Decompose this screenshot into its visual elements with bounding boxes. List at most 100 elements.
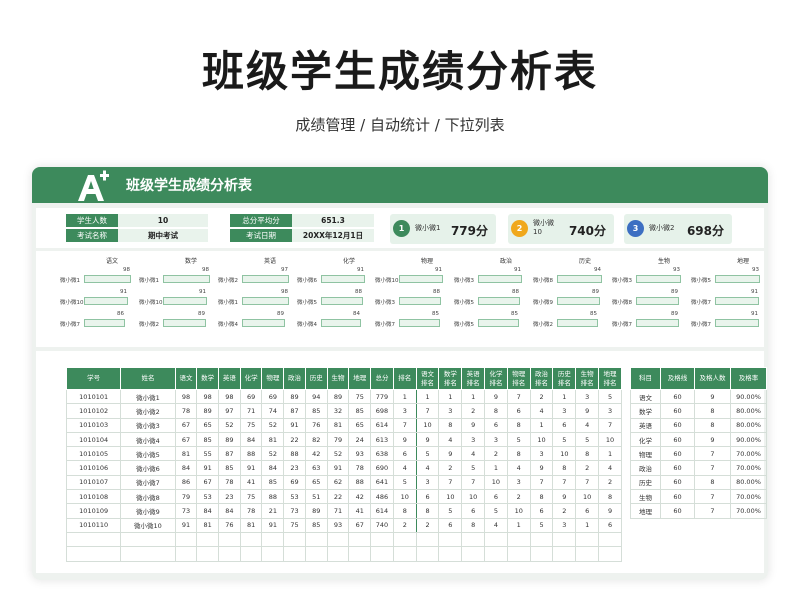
table-cell: 3 — [461, 431, 486, 448]
table-cell: 98 — [218, 388, 241, 405]
table-cell: 65 — [196, 417, 220, 433]
table-cell: 1 — [552, 388, 577, 405]
table-cell: 5 — [461, 460, 486, 476]
bar-student-name: 微小微10 — [375, 278, 399, 284]
bar-student-name: 微小微3 — [375, 300, 395, 306]
table-cell: 91 — [261, 517, 285, 533]
table-cell: 8 — [484, 403, 508, 419]
table-cell: 政治 — [630, 460, 661, 476]
table-cell: 84 — [239, 431, 263, 448]
table-cell: 7 — [598, 417, 622, 433]
rank-badge: 3 — [627, 220, 644, 237]
table-cell: 613 — [370, 431, 394, 448]
table-cell: 8 — [598, 489, 622, 505]
table-cell: 89 — [283, 388, 306, 405]
table-cell — [261, 546, 285, 562]
score-bar — [321, 319, 361, 327]
table-cell: 5 — [484, 503, 508, 519]
bar-student-name: 微小微4 — [218, 322, 238, 328]
table-cell — [120, 546, 176, 562]
table-row: 1010102 微小微2 78 89 97 71 74 87 85 32 85 698 3 7 3 2 8 6 4 3… — [65, 403, 622, 419]
table-cell: 3 — [552, 403, 577, 419]
table-cell: 73 — [174, 503, 198, 519]
score-bar — [84, 319, 125, 327]
table-cell — [392, 546, 417, 562]
table-cell — [415, 546, 440, 562]
column-header: 科目 — [630, 367, 661, 390]
table-cell: 3 — [575, 388, 600, 405]
table-cell: 98 — [196, 388, 220, 405]
rank-badge: 1 — [393, 220, 410, 237]
table-cell: 9 — [694, 431, 731, 448]
table-cell: 微小微6 — [120, 460, 176, 476]
table-cell — [196, 546, 220, 562]
score-bar — [715, 297, 759, 305]
table-cell — [598, 546, 622, 562]
table-cell: 9 — [484, 388, 508, 405]
table-row: 1010106 微小微6 84 91 85 91 84 23 63 91 78 690 4 4 2 5 1 4 9 8… — [65, 460, 622, 476]
bar-student-name: 微小微3 — [612, 278, 632, 284]
table-cell: 52 — [218, 417, 241, 433]
table-cell: 1010110 — [65, 517, 122, 533]
table-cell: 67 — [174, 417, 198, 433]
score-bar — [163, 319, 206, 327]
column-header: 化学 — [239, 367, 263, 390]
table-cell: 2 — [484, 446, 508, 462]
column-header: 生物 — [326, 367, 350, 390]
bar-student-name: 微小微8 — [612, 300, 632, 306]
bar-score-value: 93 — [673, 267, 680, 273]
table-cell: 1010108 — [65, 489, 122, 505]
table-cell: 1010106 — [65, 460, 122, 476]
table-cell — [370, 546, 394, 562]
table-cell: 7 — [694, 446, 731, 462]
card-header: 班级学生成绩分析表 — [32, 167, 768, 203]
table-cell: 88 — [239, 446, 263, 462]
table-row: 地理 60 7 70.00% — [630, 503, 767, 519]
bar-student-name: 微小微3 — [454, 278, 474, 284]
table-row: 化学 60 9 90.00% — [630, 431, 767, 448]
score-bar — [163, 275, 210, 283]
table-cell: 6 — [484, 417, 508, 433]
column-header: 学号 — [65, 367, 122, 390]
table-cell — [120, 531, 176, 548]
table-cell: 81 — [174, 446, 198, 462]
table-cell: 76 — [218, 517, 241, 533]
score-bar — [84, 275, 131, 283]
table-cell: 1010104 — [65, 431, 122, 448]
table-cell: 65 — [348, 417, 372, 433]
subject-title: 地理 — [736, 258, 749, 265]
table-cell: 3 — [392, 403, 417, 419]
table-cell: 2 — [575, 460, 600, 476]
card-title: 班级学生成绩分析表 — [126, 178, 252, 194]
table-row: 1010101 微小微1 98 98 98 69 69 89 94 89 75 779 1 1 1 1 9 7 2 1… — [65, 388, 622, 405]
table-cell: 9 — [598, 503, 622, 519]
table-cell — [65, 531, 122, 548]
table-cell: 5 — [529, 517, 554, 533]
table-cell: 4 — [438, 431, 463, 448]
table-cell: 82 — [304, 431, 328, 448]
bar-score-value: 91 — [751, 311, 758, 317]
pass-rate-table: 科目 及格线 及格人数 及格率 语文 60 9 90.00% 数学 60 8 80.00% 英语 60 8… — [630, 367, 767, 519]
column-header: 化学排名 — [484, 367, 508, 390]
table-cell — [239, 531, 263, 548]
table-row: 历史 60 8 80.00% — [630, 474, 767, 491]
table-cell: 9 — [438, 446, 463, 462]
bar-student-name: 微小微1 — [139, 278, 159, 284]
bar-student-name: 微小微9 — [533, 300, 553, 306]
table-cell: 1 — [529, 417, 554, 433]
bar-score-value: 88 — [355, 289, 362, 295]
rank-score: 698分 — [686, 224, 724, 238]
table-cell: 数学 — [630, 403, 661, 419]
table-cell: 1 — [415, 388, 440, 405]
table-cell: 3 — [506, 474, 531, 491]
table-cell: 8 — [506, 446, 531, 462]
table-cell: 3 — [484, 431, 508, 448]
bar-student-name: 微小微7 — [375, 322, 395, 328]
table-cell: 84 — [174, 460, 198, 476]
table-cell: 8 — [461, 517, 486, 533]
table-cell: 85 — [304, 517, 328, 533]
table-cell: 41 — [239, 474, 263, 491]
table-cell: 60 — [660, 388, 695, 405]
table-cell: 2 — [415, 517, 440, 533]
table-cell: 1 — [484, 460, 508, 476]
